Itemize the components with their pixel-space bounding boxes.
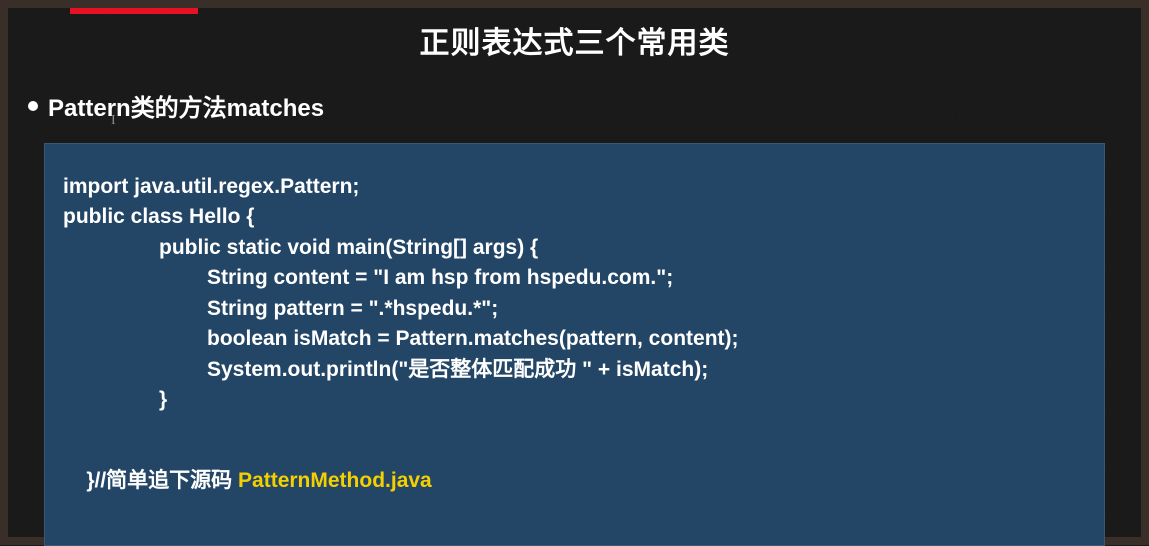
text-cursor-icon: I <box>111 113 116 129</box>
accent-bar <box>70 8 198 14</box>
bullet-section: Pattern类的方法matches <box>8 62 1141 123</box>
code-line: String content = "I am hsp from hspedu.c… <box>63 263 1086 293</box>
code-line: public static void main(String[] args) { <box>63 233 1086 263</box>
filename-highlight: PatternMethod.java <box>238 469 432 492</box>
code-line: boolean isMatch = Pattern.matches(patter… <box>63 324 1086 354</box>
bullet-item: Pattern类的方法matches <box>28 88 1141 123</box>
code-line: System.out.println("是否整体匹配成功 " + isMatch… <box>63 355 1086 385</box>
slide-title: 正则表达式三个常用类 <box>8 8 1141 62</box>
code-line: } <box>63 385 1086 415</box>
comment-text: }//简单追下源码 <box>86 469 238 492</box>
code-line: import java.util.regex.Pattern; <box>63 172 1086 202</box>
bullet-text: Pattern类的方法matches <box>48 88 324 123</box>
code-line: public class Hello { <box>63 202 1086 232</box>
code-line: String pattern = ".*hspedu.*"; <box>63 294 1086 324</box>
bullet-dot-icon <box>28 101 38 111</box>
code-block: import java.util.regex.Pattern; public c… <box>44 143 1105 546</box>
code-comment-line: }//简单追下源码 PatternMethod.java <box>63 436 1086 527</box>
